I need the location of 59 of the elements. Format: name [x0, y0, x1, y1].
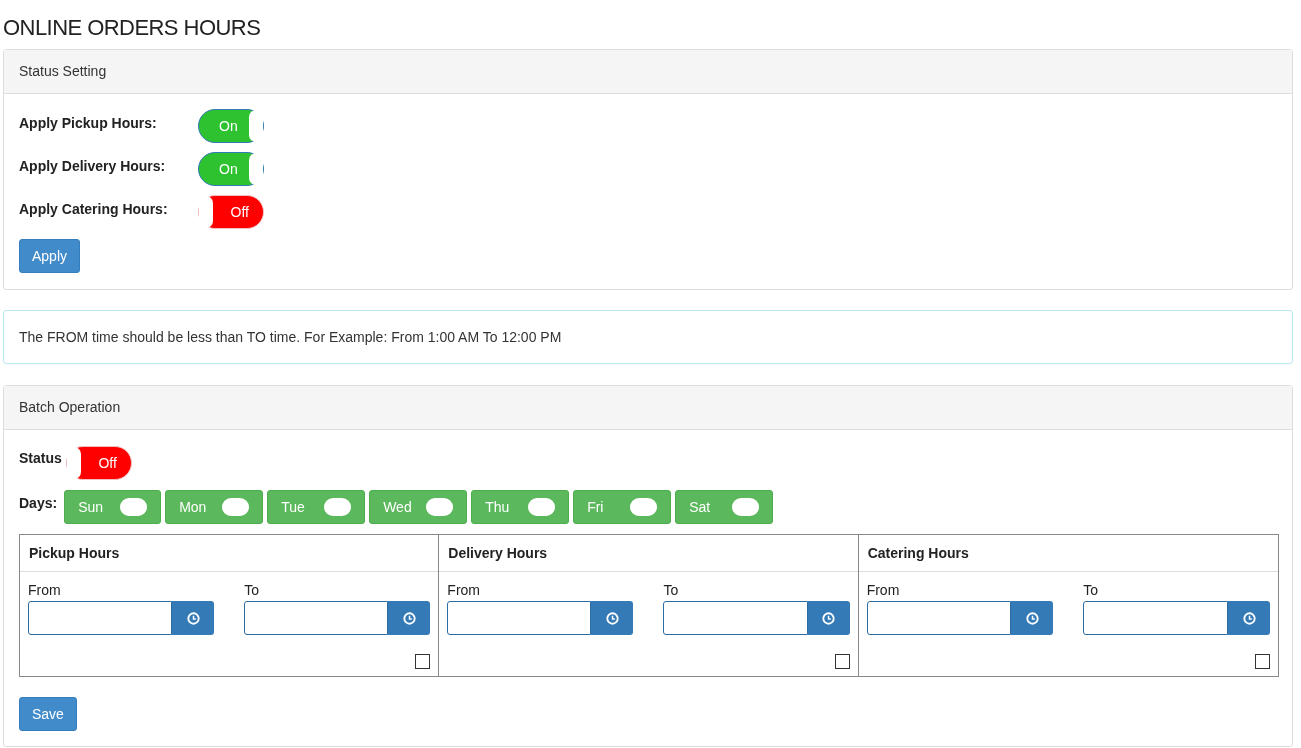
time-input[interactable] [28, 601, 173, 635]
days-label: Days: [19, 494, 58, 513]
day-toggle[interactable]: Sun [64, 490, 162, 524]
checkbox[interactable] [834, 654, 850, 669]
status-label: Status [19, 449, 62, 468]
checkbox[interactable] [1255, 654, 1270, 669]
clock-button[interactable] [172, 601, 215, 635]
time-input[interactable] [1083, 601, 1228, 635]
switch-knob-icon [426, 498, 454, 516]
panel-heading: Status Setting [4, 50, 1292, 94]
info-alert: The FROM time should be less than TO time. For Example: From 1:00 AM To 12:00 PM [3, 310, 1293, 364]
clock-button[interactable] [1011, 601, 1054, 635]
checkbox[interactable] [415, 654, 431, 669]
day-toggle[interactable]: Mon [165, 490, 264, 524]
apply-button[interactable]: Apply [19, 239, 81, 273]
toggle-switch[interactable]: On [198, 109, 264, 143]
switch-knob-icon [630, 498, 658, 516]
toggle-switch[interactable]: On [198, 152, 264, 186]
clock-button[interactable] [1228, 601, 1270, 635]
day-toggle[interactable]: Thu [471, 490, 570, 524]
clock-icon [822, 611, 836, 625]
toggle-label: Apply Delivery Hours: [19, 157, 167, 176]
toggle-label: Apply Pickup Hours: [19, 114, 158, 133]
field-label: To [663, 581, 679, 600]
column-header: Delivery Hours [439, 535, 858, 572]
toggle-switch[interactable]: Off [198, 195, 264, 229]
panel-heading: Batch Operation [4, 386, 1292, 430]
switch-knob-icon [324, 498, 352, 516]
switch-knob-icon [528, 498, 556, 516]
save-button[interactable]: Save [19, 697, 77, 731]
clock-icon [402, 611, 416, 625]
column-header: Catering Hours [858, 535, 1278, 572]
switch-knob-icon [120, 498, 148, 516]
field-label: From [866, 581, 900, 600]
toggle-label: Apply Catering Hours: [19, 200, 169, 219]
field-label: To [244, 581, 259, 600]
day-toggle[interactable]: Sat [675, 490, 774, 524]
field-label: To [1083, 581, 1099, 600]
field-label: From [447, 581, 480, 600]
clock-icon [1025, 611, 1039, 625]
day-toggle[interactable]: Tue [267, 490, 366, 524]
switch-knob-icon [732, 498, 760, 516]
time-input[interactable] [447, 601, 592, 635]
day-toggle[interactable]: Wed [369, 490, 468, 524]
time-input[interactable] [866, 601, 1012, 635]
clock-icon [606, 611, 619, 625]
clock-icon [1242, 611, 1256, 625]
toggle-switch[interactable]: Off [65, 446, 132, 480]
switch-knob-icon [222, 498, 250, 516]
clock-button[interactable] [807, 601, 850, 635]
clock-icon [186, 611, 200, 625]
clock-button[interactable] [388, 601, 431, 635]
time-input[interactable] [663, 601, 808, 635]
day-toggle[interactable]: Fri [573, 490, 672, 524]
field-label: From [28, 581, 61, 600]
time-input[interactable] [244, 601, 389, 635]
clock-button[interactable] [591, 601, 634, 635]
column-header: Pickup Hours [20, 535, 439, 572]
page-title: ONLINE ORDERS HOURS [3, 14, 262, 42]
